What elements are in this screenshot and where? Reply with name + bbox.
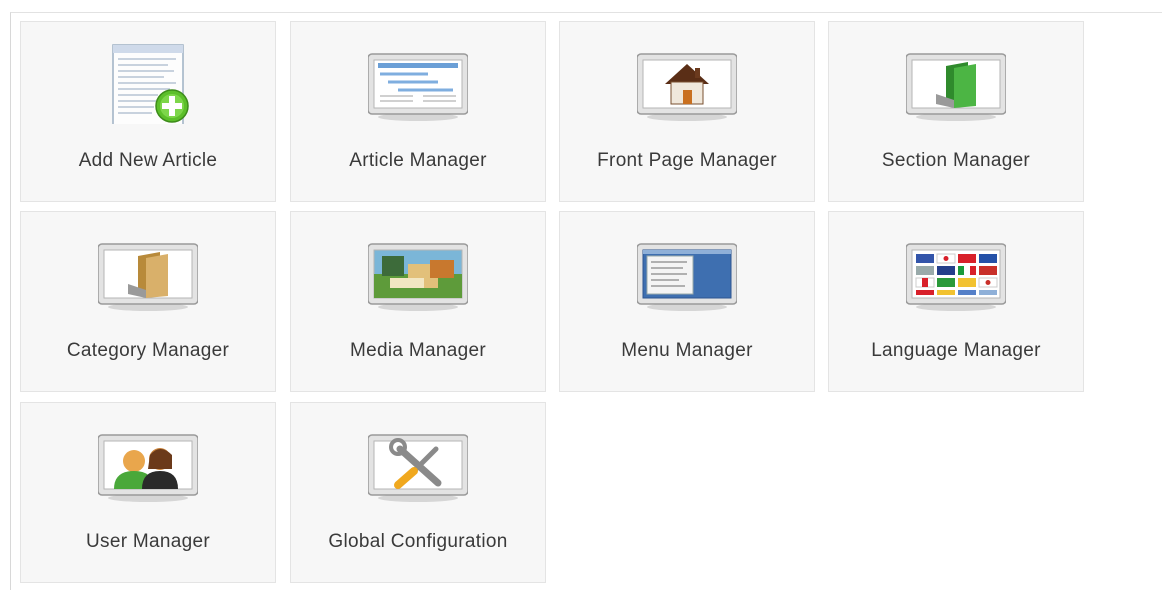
tile-label: Language Manager (871, 340, 1041, 361)
media-image-icon (368, 243, 468, 311)
article-manager-button[interactable]: Article Manager (290, 21, 546, 202)
menu-manager-button[interactable]: Menu Manager (559, 211, 815, 392)
tile-label: Global Configuration (328, 531, 508, 552)
tile-label: Article Manager (349, 150, 487, 171)
tile-label: Menu Manager (621, 340, 753, 361)
users-icon (98, 434, 198, 502)
category-folder-icon (98, 243, 198, 311)
tools-config-icon (368, 434, 468, 502)
language-manager-button[interactable]: Language Manager (828, 211, 1084, 392)
tile-label: Category Manager (66, 340, 230, 361)
category-manager-button[interactable]: Category Manager (20, 211, 276, 392)
control-panel: Add New Article Article Manager Front Pa… (10, 12, 1162, 590)
front-page-home-icon (637, 53, 737, 121)
tile-label: Front Page Manager (597, 150, 777, 171)
section-folder-icon (906, 53, 1006, 121)
add-new-article-button[interactable]: Add New Article (20, 21, 276, 202)
menu-manager-icon (637, 243, 737, 311)
media-manager-button[interactable]: Media Manager (290, 211, 546, 392)
tile-label: Media Manager (350, 340, 486, 361)
front-page-manager-button[interactable]: Front Page Manager (559, 21, 815, 202)
section-manager-button[interactable]: Section Manager (828, 21, 1084, 202)
tile-label: Add New Article (78, 150, 218, 171)
language-flags-icon (906, 243, 1006, 311)
global-configuration-button[interactable]: Global Configuration (290, 402, 546, 583)
article-manager-icon (368, 53, 468, 121)
user-manager-button[interactable]: User Manager (20, 402, 276, 583)
add-article-icon (112, 44, 189, 124)
tile-label: User Manager (86, 531, 210, 552)
tile-label: Section Manager (881, 150, 1031, 171)
